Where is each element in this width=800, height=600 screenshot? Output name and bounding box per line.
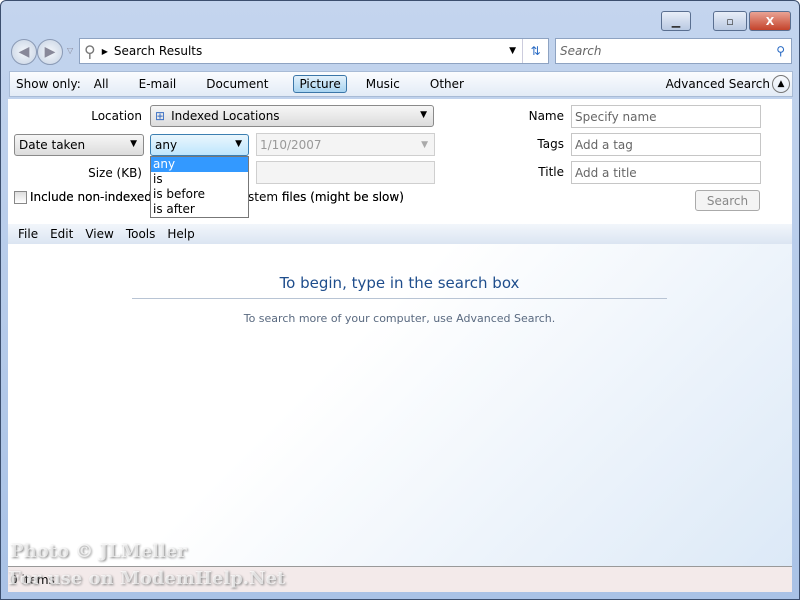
- search-button[interactable]: Search: [695, 190, 760, 211]
- search-input[interactable]: Search ⚲: [555, 38, 792, 64]
- address-dropdown-icon[interactable]: ▼: [509, 46, 516, 56]
- checkbox-box[interactable]: [14, 190, 27, 204]
- back-arrow-icon: ◀: [18, 44, 30, 60]
- menu-view[interactable]: View: [85, 227, 113, 241]
- maximize-button[interactable]: ▫: [713, 11, 747, 31]
- minimize-icon: ▁: [671, 14, 681, 28]
- date-value: 1/10/2007: [260, 137, 322, 152]
- chevron-down-icon: ▼: [235, 139, 242, 149]
- address-bar[interactable]: ⚲ ▶ Search Results ▼ ⇅: [79, 38, 549, 64]
- filter-other[interactable]: Other: [425, 76, 469, 92]
- option-is-after[interactable]: is after: [151, 202, 248, 217]
- menu-help[interactable]: Help: [167, 227, 194, 241]
- empty-heading: To begin, type in the search box: [132, 274, 667, 299]
- name-input[interactable]: Specify name: [571, 105, 761, 128]
- menu-tools[interactable]: Tools: [126, 227, 156, 241]
- date-field-dropdown[interactable]: Date taken ▼: [14, 134, 144, 156]
- menu-edit[interactable]: Edit: [50, 227, 73, 241]
- include-label-right: files (might be slow): [281, 190, 404, 204]
- title-input[interactable]: Add a title: [571, 161, 761, 184]
- show-only-label: Show only:: [16, 77, 81, 91]
- size-input[interactable]: [256, 161, 435, 184]
- option-is[interactable]: is: [151, 172, 248, 187]
- back-button[interactable]: ◀: [11, 39, 37, 65]
- search-placeholder: Search: [560, 44, 602, 58]
- tags-label: Tags: [537, 137, 564, 151]
- chevron-down-icon: ▼: [130, 139, 137, 149]
- tags-placeholder: Add a tag: [575, 137, 633, 152]
- refresh-icon[interactable]: ⇅: [522, 39, 548, 63]
- location-label: Location: [91, 109, 142, 123]
- maximize-icon: ▫: [726, 14, 734, 28]
- title-label: Title: [538, 165, 564, 179]
- option-is-before[interactable]: is before: [151, 187, 248, 202]
- recent-pages-dropdown-icon[interactable]: ▽: [67, 46, 73, 55]
- chevron-down-icon: ▼: [420, 110, 427, 120]
- date-operator-value: any: [155, 138, 178, 152]
- option-any[interactable]: any: [151, 157, 248, 172]
- filter-music[interactable]: Music: [361, 76, 405, 92]
- chevron-down-icon: ▼: [421, 139, 428, 150]
- breadcrumb-search-results[interactable]: Search Results: [114, 44, 202, 58]
- filter-all[interactable]: All: [89, 76, 114, 92]
- close-button[interactable]: X: [749, 11, 791, 31]
- search-icon[interactable]: ⚲: [776, 44, 785, 58]
- watermark-line1: Photo © JLMeller: [10, 541, 187, 562]
- date-value-picker[interactable]: 1/10/2007 ▼: [256, 133, 435, 156]
- breadcrumb-chevron-icon: ▶: [101, 46, 108, 56]
- tags-input[interactable]: Add a tag: [571, 133, 761, 156]
- name-label: Name: [528, 109, 564, 123]
- advanced-search-panel: Location ⊞ Indexed Locations ▼ Date take…: [8, 99, 792, 224]
- filter-picture[interactable]: Picture: [293, 75, 347, 93]
- show-only-bar: Show only: All E-mail Document Picture M…: [9, 71, 793, 97]
- collapse-chevron-up-icon[interactable]: ▲: [772, 75, 790, 93]
- filter-email[interactable]: E-mail: [134, 76, 182, 92]
- forward-arrow-icon: ▶: [44, 44, 56, 60]
- advanced-search-link[interactable]: Advanced Search: [666, 77, 770, 91]
- search-magnifier-icon: ⚲: [84, 41, 96, 61]
- include-label-left: Include non-indexed, H: [30, 190, 169, 204]
- results-pane: To begin, type in the search box To sear…: [8, 244, 792, 566]
- empty-subtext: To search more of your computer, use Adv…: [243, 312, 556, 325]
- forward-button[interactable]: ▶: [37, 39, 63, 65]
- name-placeholder: Specify name: [575, 109, 657, 124]
- watermark-line2: For use on ModemHelp.Net: [8, 568, 286, 589]
- menu-bar: File Edit View Tools Help: [8, 224, 792, 244]
- size-label: Size (KB): [88, 166, 142, 180]
- location-value: Indexed Locations: [171, 109, 280, 123]
- close-icon: X: [765, 14, 775, 28]
- menu-file[interactable]: File: [18, 227, 38, 241]
- date-field-value: Date taken: [19, 138, 86, 152]
- minimize-button[interactable]: ▁: [661, 11, 691, 31]
- title-placeholder: Add a title: [575, 165, 637, 180]
- date-operator-dropdown[interactable]: any ▼: [150, 134, 249, 156]
- indexed-locations-icon: ⊞: [155, 109, 166, 123]
- date-operator-options: any is is before is after: [150, 156, 249, 218]
- location-dropdown[interactable]: ⊞ Indexed Locations ▼: [150, 105, 434, 127]
- filter-document[interactable]: Document: [201, 76, 273, 92]
